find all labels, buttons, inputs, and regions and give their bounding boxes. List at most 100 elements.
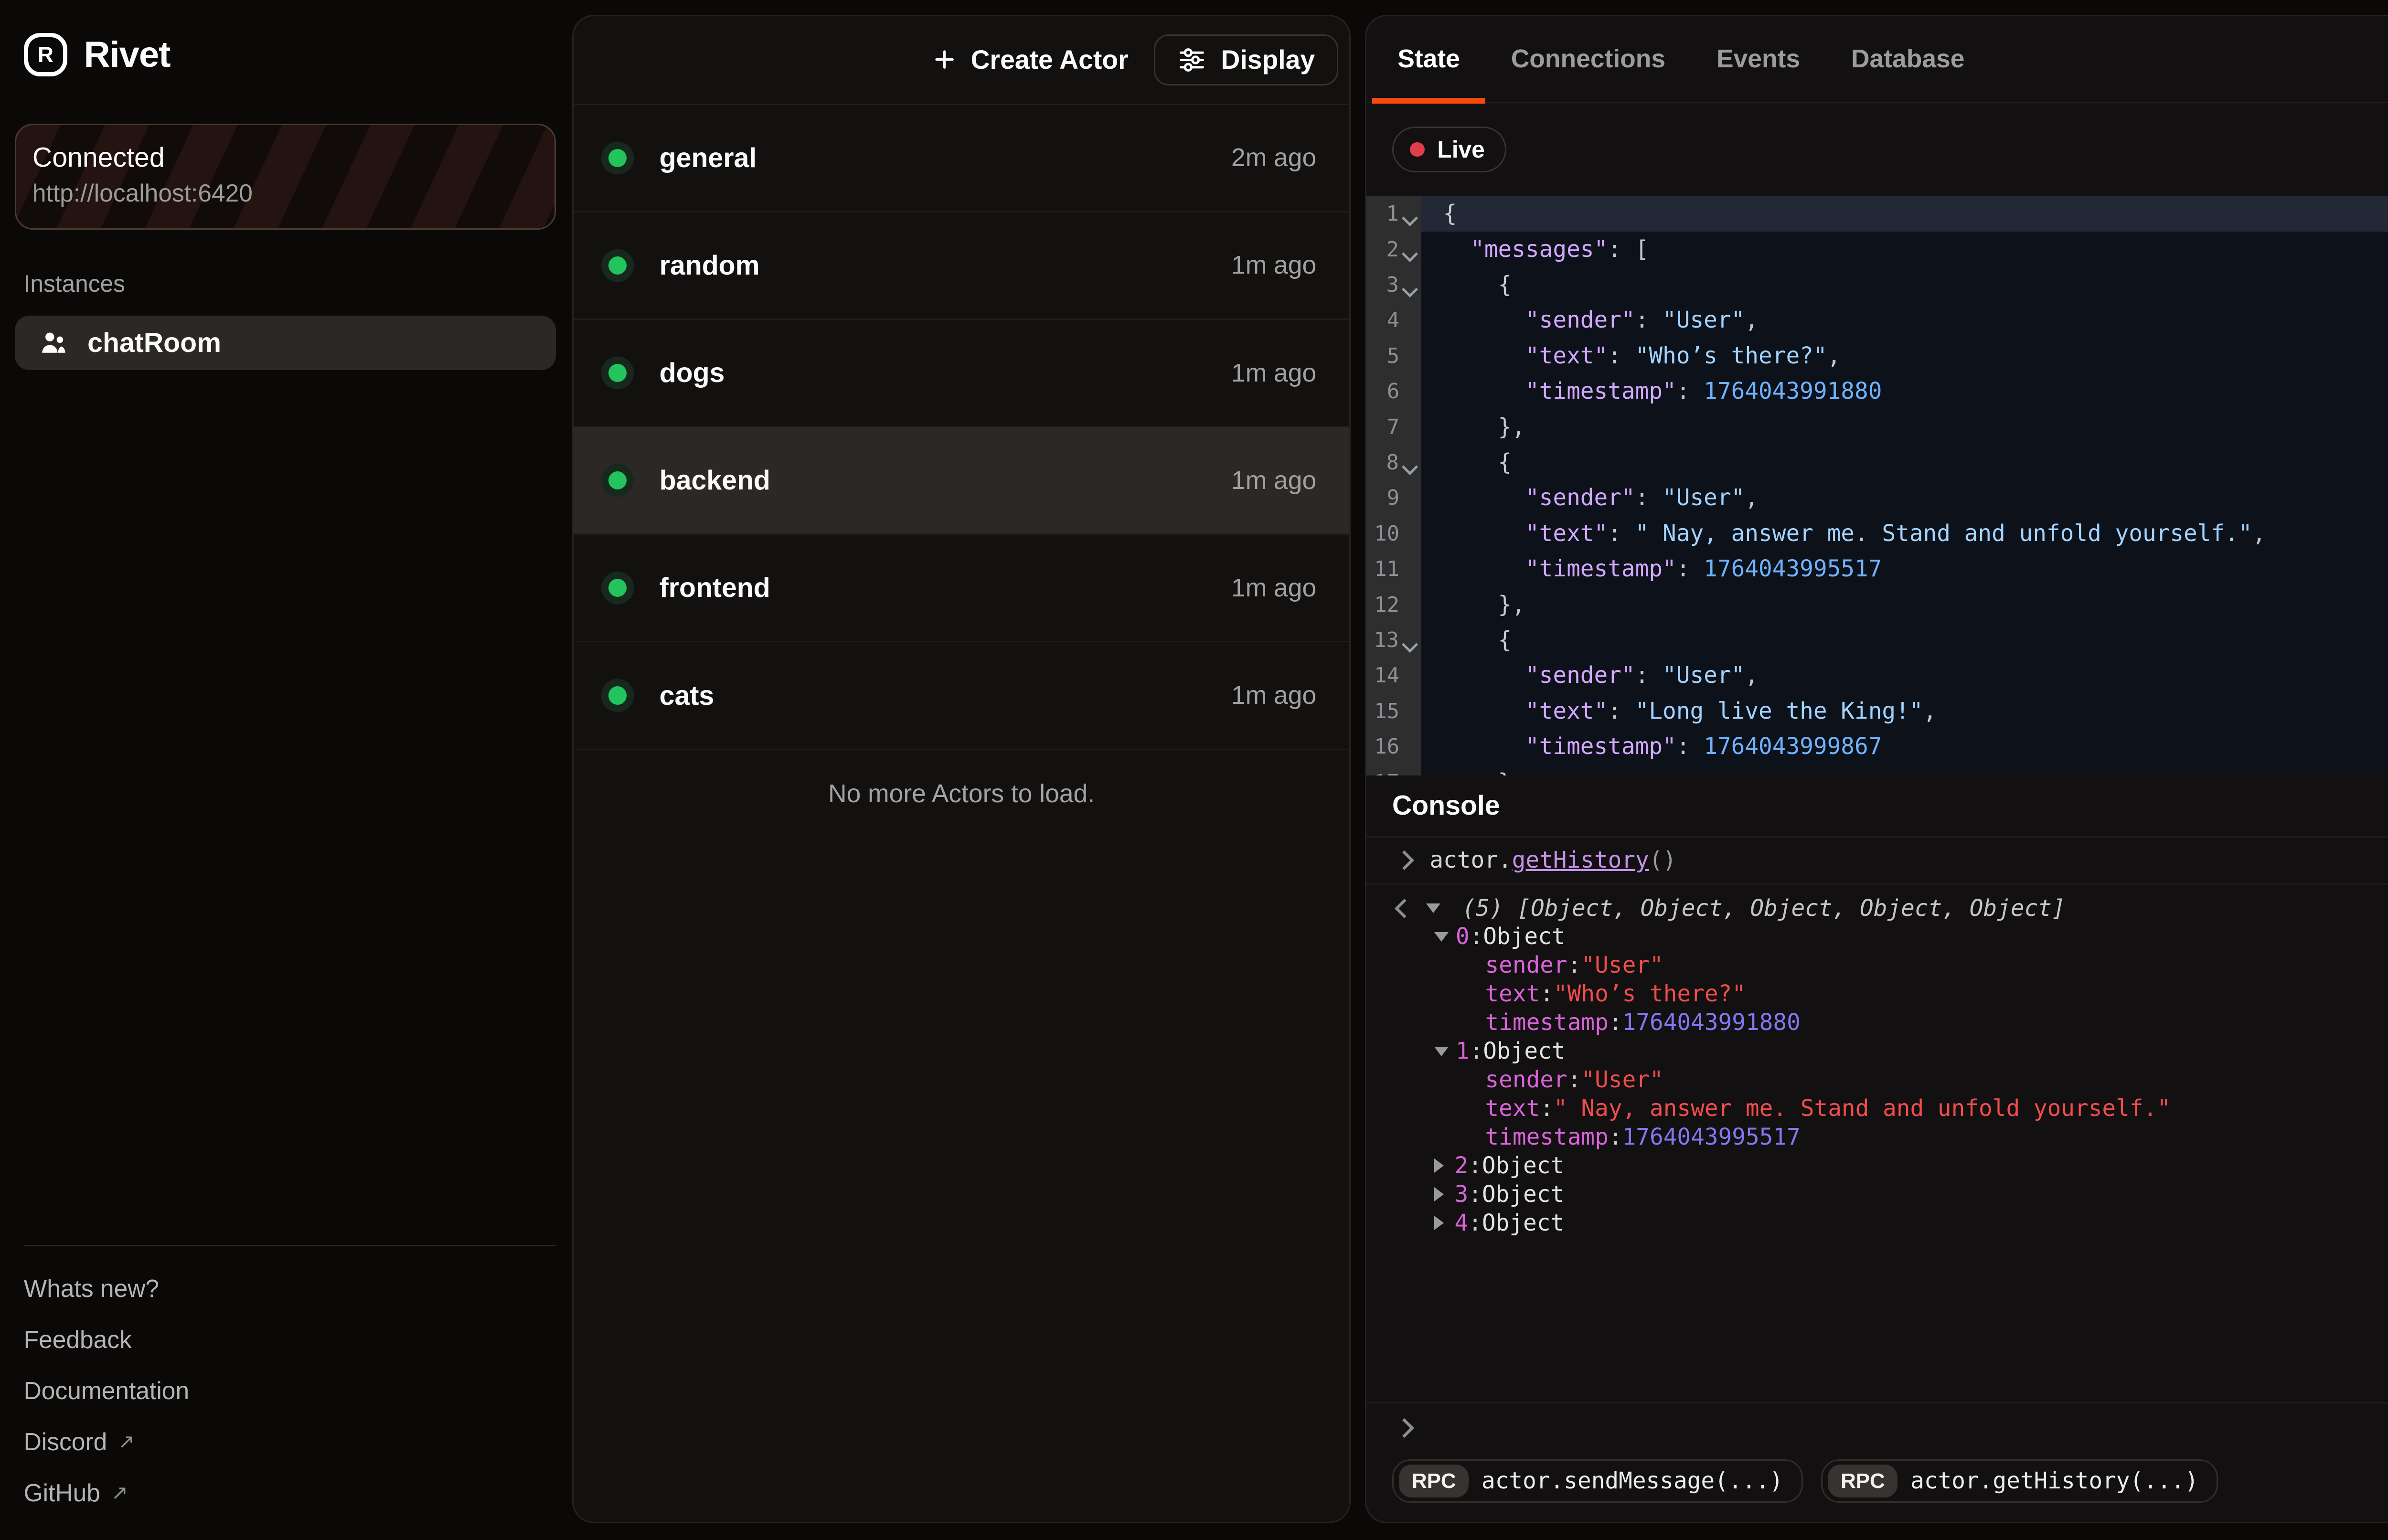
tab-state[interactable]: State xyxy=(1372,16,1485,102)
console-object-row[interactable]: 3: Object xyxy=(1366,1180,2388,1209)
line-number: 2 xyxy=(1386,237,1399,262)
gutter-line: 7 xyxy=(1366,409,1421,445)
console-property-row: timestamp: 1764043995517 xyxy=(1366,1123,2388,1151)
console-object-row[interactable]: 0: Object xyxy=(1366,923,2388,951)
token-pun xyxy=(1443,307,1525,333)
token-pun xyxy=(1443,520,1525,547)
property-value: "Who’s there?" xyxy=(1554,981,1746,1007)
sliders-icon xyxy=(1177,45,1206,74)
link-label: Documentation xyxy=(24,1376,190,1405)
property-value: "User" xyxy=(1581,1067,1663,1093)
actor-name: cats xyxy=(660,680,714,712)
punctuation: : xyxy=(1609,1009,1622,1036)
inspector-panel: StateConnectionsEventsDatabase Running L… xyxy=(1365,15,2388,1524)
token-str: "User" xyxy=(1663,662,1745,689)
rpc-badge: RPC xyxy=(1399,1465,1469,1498)
actor-row[interactable]: general2m ago xyxy=(574,105,1349,212)
token-str: "Who’s there?" xyxy=(1635,343,1827,369)
fold-toggle-icon[interactable] xyxy=(1402,210,1418,226)
rpc-badge: RPC xyxy=(1828,1465,1898,1498)
gutter-line: 1 xyxy=(1366,196,1421,232)
sidebar-link-github[interactable]: GitHub↗ xyxy=(24,1467,556,1518)
actor-row[interactable]: frontend1m ago xyxy=(574,535,1349,642)
triangle-open-icon[interactable] xyxy=(1434,932,1449,942)
code-line: }, xyxy=(1443,587,2388,622)
triangle-closed-icon[interactable] xyxy=(1434,1216,1444,1230)
sidebar-item-chatroom[interactable]: chatRoom xyxy=(15,316,556,370)
rpc-chip[interactable]: RPCactor.getHistory(...) xyxy=(1821,1459,2218,1503)
console-title: Console xyxy=(1392,790,1500,821)
fold-toggle-icon[interactable] xyxy=(1402,281,1418,297)
link-label: Discord xyxy=(24,1427,107,1456)
console-command: actor.getHistory() xyxy=(1429,847,1676,873)
console-object-row[interactable]: 4: Object xyxy=(1366,1209,2388,1237)
token-pun xyxy=(1443,556,1525,582)
triangle-open-icon[interactable] xyxy=(1434,1047,1449,1056)
sidebar-link-discord[interactable]: Discord↗ xyxy=(24,1416,556,1467)
fold-toggle-icon[interactable] xyxy=(1402,637,1418,653)
triangle-open-icon[interactable] xyxy=(1426,903,1440,913)
fold-toggle-icon[interactable] xyxy=(1402,246,1418,262)
object-label: Object xyxy=(1482,1153,1564,1179)
console-object-row[interactable]: 2: Object xyxy=(1366,1151,2388,1180)
console-object-row[interactable]: 1: Object xyxy=(1366,1037,2388,1066)
connection-status: Connected xyxy=(32,142,554,173)
console-input[interactable] xyxy=(1366,1402,2388,1453)
actor-time: 2m ago xyxy=(1231,143,1316,172)
live-badge[interactable]: Live xyxy=(1392,127,1506,172)
tab-events[interactable]: Events xyxy=(1691,16,1826,102)
gutter-line: 5 xyxy=(1366,338,1421,373)
line-number: 14 xyxy=(1374,663,1399,688)
gutter-line: 14 xyxy=(1366,658,1421,693)
punctuation: : xyxy=(1567,1067,1581,1093)
token-key: "timestamp" xyxy=(1525,733,1676,760)
line-number: 7 xyxy=(1387,415,1399,439)
sidebar: R Rivet Connected http://localhost:6420 … xyxy=(0,0,571,1540)
object-label: Object xyxy=(1482,1210,1564,1236)
line-number: 4 xyxy=(1387,308,1399,332)
property-value: 1764043995517 xyxy=(1622,1124,1801,1150)
console-header[interactable]: Console xyxy=(1366,775,2388,838)
actor-list-header: Create Actor Display xyxy=(574,16,1349,105)
instances-label: Instances xyxy=(24,270,571,297)
triangle-closed-icon[interactable] xyxy=(1434,1187,1444,1201)
token-key: "timestamp" xyxy=(1525,378,1676,404)
link-label: Whats new? xyxy=(24,1274,159,1303)
create-actor-button[interactable]: Create Actor xyxy=(909,34,1151,85)
sidebar-link-whats-new[interactable]: Whats new? xyxy=(24,1263,556,1314)
gutter-line: 11 xyxy=(1366,552,1421,587)
punctuation: : xyxy=(1468,1210,1482,1236)
state-code-editor[interactable]: 1234567891011121314151617 { "messages": … xyxy=(1366,196,2388,776)
divider xyxy=(24,1245,556,1246)
line-number: 11 xyxy=(1374,557,1399,581)
rpc-chip[interactable]: RPCactor.sendMessage(...) xyxy=(1392,1459,1803,1503)
token-pun xyxy=(1443,733,1525,760)
token-pun: : xyxy=(1608,698,1635,724)
console-result-summary[interactable]: (5) [Object, Object, Object, Object, Obj… xyxy=(1366,894,2388,923)
console-property-row: text: " Nay, answer me. Stand and unfold… xyxy=(1366,1094,2388,1123)
sidebar-link-feedback[interactable]: Feedback xyxy=(24,1314,556,1365)
object-index: 4 xyxy=(1454,1210,1468,1236)
tab-connections[interactable]: Connections xyxy=(1485,16,1691,102)
sidebar-link-documentation[interactable]: Documentation xyxy=(24,1365,556,1416)
line-number: 1 xyxy=(1386,202,1399,226)
code-line: } xyxy=(1443,765,2388,775)
token-pun: , xyxy=(1923,698,1937,724)
code-line: { xyxy=(1443,622,2388,658)
object-index: 3 xyxy=(1454,1181,1468,1208)
actor-time: 1m ago xyxy=(1231,681,1316,710)
gutter-line: 17 xyxy=(1366,765,1421,775)
actor-row[interactable]: cats 1m ago xyxy=(574,642,1349,750)
token-key: "timestamp" xyxy=(1525,556,1676,582)
actor-name: dogs xyxy=(660,357,725,389)
tab-database[interactable]: Database xyxy=(1826,16,1990,102)
triangle-closed-icon[interactable] xyxy=(1434,1158,1444,1173)
actor-row[interactable]: backend1m ago xyxy=(574,427,1349,535)
fold-toggle-icon[interactable] xyxy=(1402,459,1418,475)
token-pun: { xyxy=(1443,627,1512,653)
status-dot-icon xyxy=(608,364,627,382)
token-pun: : [ xyxy=(1608,236,1649,263)
actor-row[interactable]: dogs1m ago xyxy=(574,320,1349,427)
actor-row[interactable]: random1m ago xyxy=(574,212,1349,320)
display-button[interactable]: Display xyxy=(1154,34,1338,85)
